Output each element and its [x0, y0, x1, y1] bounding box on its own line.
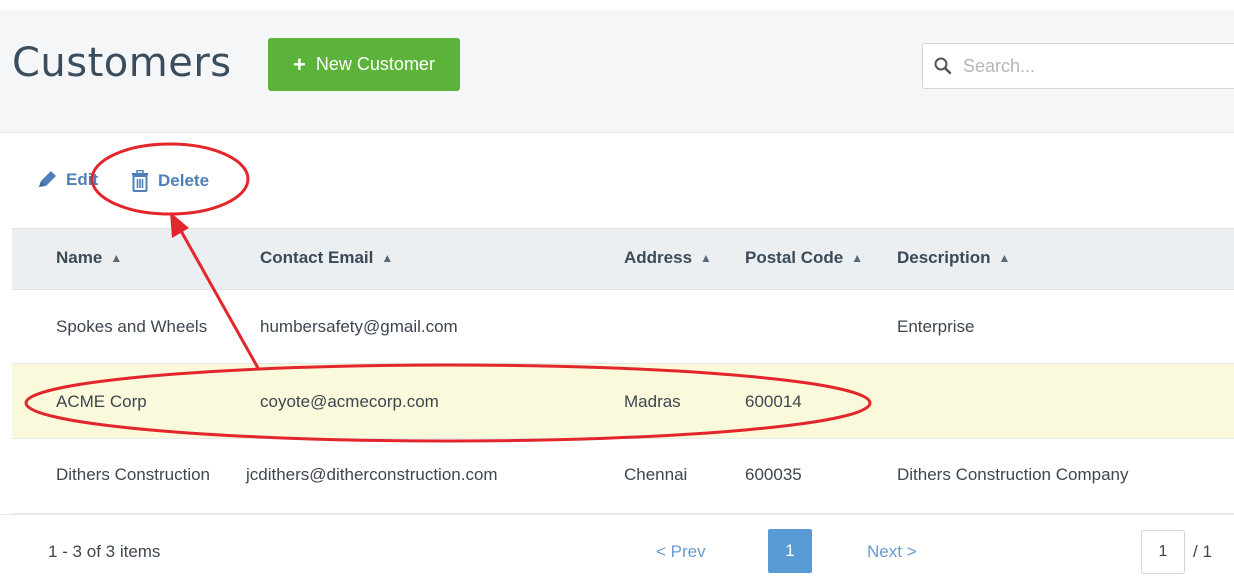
column-header-address[interactable]: Address ▲︎: [624, 248, 712, 268]
prev-page-link[interactable]: < Prev: [656, 542, 706, 562]
column-label: Description: [897, 248, 991, 267]
cell-name: Spokes and Wheels: [56, 317, 208, 336]
column-label: Postal Code: [745, 248, 844, 267]
column-label: Contact Email: [260, 248, 374, 267]
search-box[interactable]: [922, 43, 1234, 89]
cell-email: jcdithers@ditherconstruction.com: [246, 465, 498, 484]
total-pages: / 1: [1193, 542, 1212, 561]
column-header-postal-code[interactable]: Postal Code ▲︎: [745, 248, 863, 268]
table-header: [12, 228, 1234, 290]
cell-name: Dithers Construction: [56, 465, 211, 484]
edit-label: Edit: [66, 170, 99, 189]
search-icon: [934, 57, 952, 75]
sort-icon: ▲︎: [700, 251, 712, 265]
column-header-name[interactable]: Name ▲︎: [56, 248, 122, 268]
table-row-selected[interactable]: [12, 364, 1234, 439]
trash-icon: [132, 170, 148, 192]
next-page-link[interactable]: Next >: [867, 542, 917, 562]
cell-description: Dithers Construction Company: [897, 465, 1129, 484]
page-number-input[interactable]: [1141, 530, 1185, 574]
new-customer-label: New Customer: [315, 54, 435, 74]
cell-address: Chennai: [624, 465, 688, 484]
column-header-contact-email[interactable]: Contact Email ▲︎: [260, 248, 393, 268]
search-input[interactable]: [961, 54, 1225, 78]
sort-icon: ▲︎: [851, 251, 864, 265]
new-customer-button[interactable]: + New Customer: [268, 38, 460, 91]
cell-email: humbersafety@gmail.com: [260, 317, 458, 336]
plus-icon: +: [293, 51, 306, 77]
cell-email: coyote@acmecorp.com: [260, 392, 439, 411]
cell-name: ACME Corp: [56, 392, 147, 411]
page-number-button[interactable]: 1: [768, 529, 812, 573]
cell-postal-code: 600035: [745, 465, 802, 484]
delete-label: Delete: [158, 171, 210, 190]
delete-button[interactable]: Delete: [130, 170, 209, 192]
column-header-description[interactable]: Description ▲︎: [897, 248, 1010, 268]
column-label: Name: [56, 248, 103, 267]
cell-postal-code: 600014: [745, 392, 802, 411]
page-title: Customers: [12, 40, 232, 86]
sort-icon: ▲︎: [110, 251, 123, 265]
edit-button[interactable]: Edit: [36, 170, 98, 190]
items-summary: 1 - 3 of 3 items: [48, 542, 161, 561]
pagination-bar: [0, 514, 1234, 580]
sort-icon: ▲︎: [998, 251, 1011, 265]
cell-description: Enterprise: [897, 317, 975, 336]
column-label: Address: [624, 248, 693, 267]
sort-icon: ▲︎: [381, 251, 394, 265]
header-top-strip: [0, 0, 1234, 10]
pencil-icon: [39, 171, 56, 187]
cell-address: Madras: [624, 392, 681, 411]
